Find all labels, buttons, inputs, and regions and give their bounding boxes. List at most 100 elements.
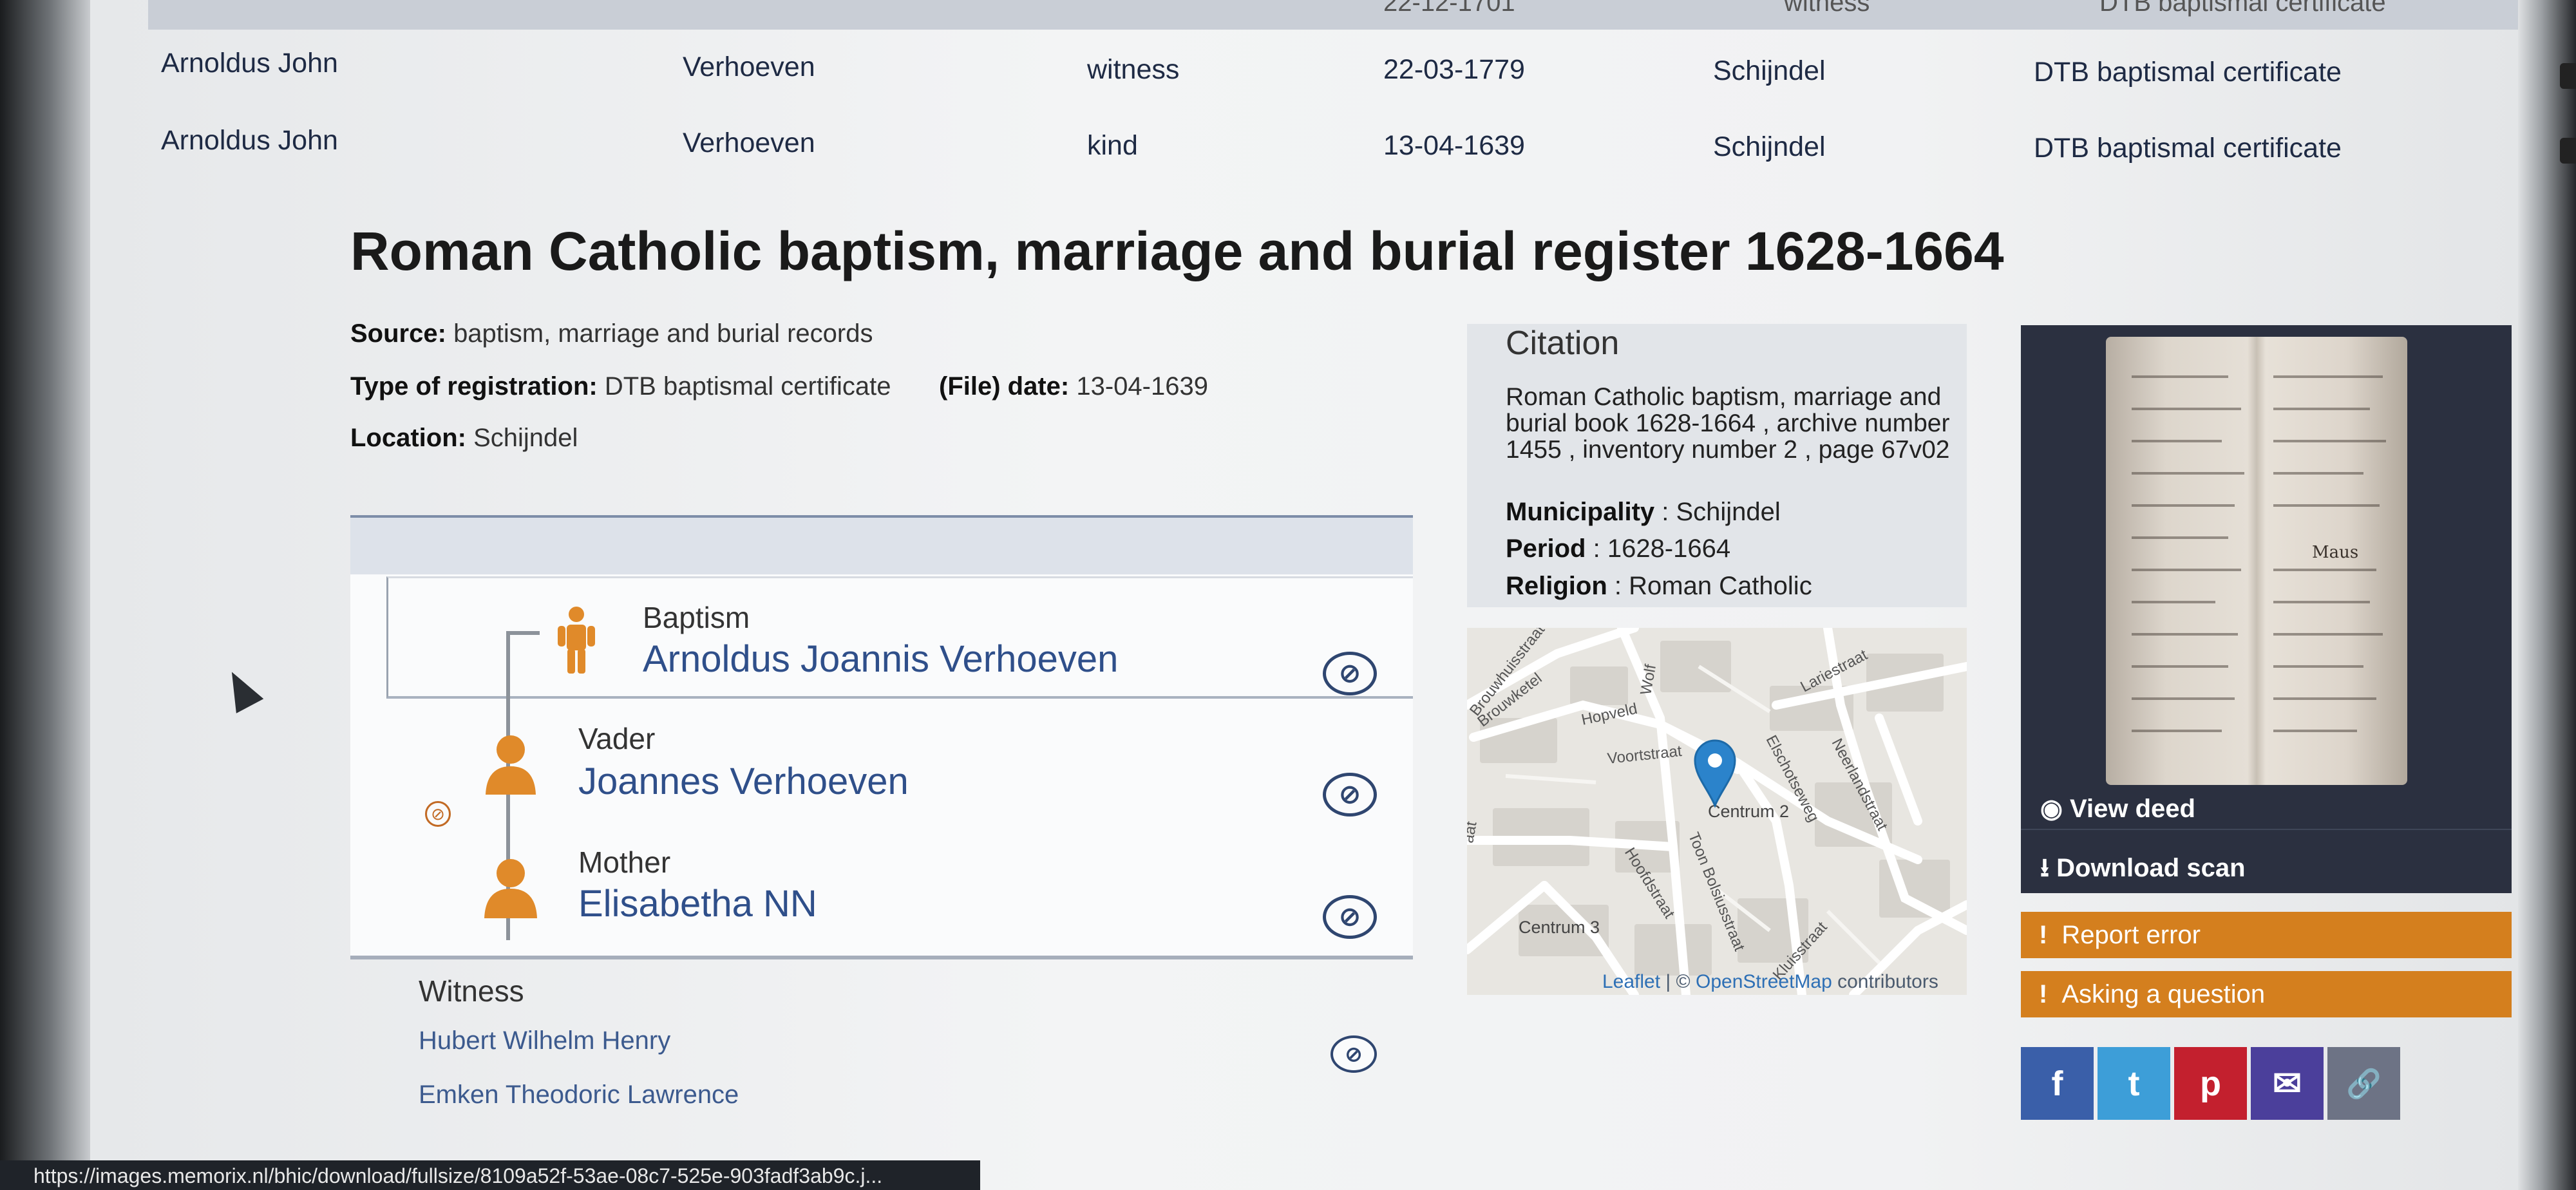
report-error-button[interactable]: ! Report error (2021, 912, 2512, 958)
source-label: Source: (350, 319, 446, 348)
source-line: Source: baptism, marriage and burial rec… (350, 319, 873, 348)
table-header-strip: 22-12-1701 witness DTB baptismal certifi… (148, 0, 2518, 30)
baptism-permalink-icon[interactable]: ⊘ (1323, 652, 1377, 695)
district-label: Centrum 3 (1519, 918, 1600, 937)
deed-panel: Maus ◉ View deed ⭳ Download scan (2021, 325, 2512, 893)
view-deed-button[interactable]: ◉ View deed (2040, 794, 2195, 824)
period-label: Period (1506, 534, 1586, 563)
municipality-value: : Schijndel (1654, 498, 1781, 526)
pinterest-share-button[interactable]: p (2174, 1047, 2247, 1120)
openstreetmap-link[interactable]: OpenStreetMap (1696, 971, 1832, 992)
record-title: Roman Catholic baptism, marriage and bur… (350, 221, 2004, 281)
eye-icon: ◉ (2040, 795, 2063, 823)
scan-handwriting: Maus (2312, 543, 2359, 562)
witness-heading: Witness (419, 974, 524, 1008)
twitter-icon: t (2128, 1064, 2140, 1103)
baptism-role-label: Baptism (643, 601, 750, 634)
municipality-label: Municipality (1506, 498, 1655, 526)
type-value: DTB baptismal certificate (604, 372, 891, 401)
date-value: 13-04-1639 (1076, 372, 1208, 401)
view-record-icon[interactable] (2560, 138, 2576, 164)
source-value: baptism, marriage and burial records (453, 319, 873, 348)
report-error-label: Report error (2061, 920, 2201, 949)
facebook-share-button[interactable]: f (2021, 1047, 2094, 1120)
partial-role: witness (1784, 0, 1870, 17)
view-record-icon[interactable] (2560, 63, 2576, 89)
mother-person-icon (484, 859, 537, 918)
religion-label: Religion (1506, 572, 1607, 600)
religion-line: Religion : Roman Catholic (1506, 572, 1812, 601)
father-person-link[interactable]: Joannes Verhoeven (578, 760, 909, 803)
marriage-link-icon[interactable]: ⊘ (425, 801, 451, 827)
surname-cell: Verhoeven (683, 128, 815, 158)
witness-link[interactable]: Emken Theodoric Lawrence (419, 1081, 739, 1110)
citation-title: Citation (1506, 325, 1620, 362)
attribution-separator: | © (1660, 971, 1696, 992)
mother-permalink-icon[interactable]: ⊘ (1323, 895, 1377, 939)
browser-status-bar: https://images.memorix.nl/bhic/download/… (0, 1160, 980, 1190)
view-deed-label: View deed (2070, 795, 2195, 823)
download-scan-label: Download scan (2056, 854, 2246, 882)
date-cell: 13-04-1639 (1383, 130, 1525, 161)
persons-separator (350, 956, 1413, 959)
deed-scan-thumbnail[interactable]: Maus (2106, 337, 2407, 785)
deed-divider (2021, 829, 2512, 830)
date-cell: 22-03-1779 (1383, 54, 1525, 85)
mother-role-label: Mother (578, 845, 671, 879)
table-row[interactable]: Arnoldus John Verhoeven witness 22-03-17… (0, 48, 2576, 112)
role-cell: kind (1087, 130, 1138, 161)
partial-type: DTB baptismal certificate (2099, 0, 2386, 17)
table-row[interactable]: Arnoldus John Verhoeven kind 13-04-1639 … (0, 125, 2576, 189)
municipality-line: Municipality : Schijndel (1506, 498, 1781, 527)
witness-link[interactable]: Hubert Wilhelm Henry (419, 1026, 670, 1055)
pinterest-icon: p (2200, 1064, 2221, 1103)
twitter-share-button[interactable]: t (2098, 1047, 2170, 1120)
first-names-cell: Arnoldus John (161, 125, 338, 156)
child-person-icon (558, 607, 595, 674)
father-role-label: Vader (578, 722, 656, 755)
surname-cell: Verhoeven (683, 52, 815, 82)
exclamation-icon: ! (2039, 920, 2048, 949)
first-names-cell: Arnoldus John (161, 48, 338, 79)
family-tree-branch (506, 631, 540, 635)
download-scan-button[interactable]: ⭳ Download scan (2040, 849, 2246, 893)
father-person-icon (486, 735, 536, 795)
location-map[interactable]: Brouwhuisstraat Brouwketel Wolf Lariestr… (1467, 628, 1967, 995)
registration-type-line: Type of registration: DTB baptismal cert… (350, 372, 891, 401)
mother-person-link[interactable]: Elisabetha NN (578, 882, 817, 925)
father-permalink-icon[interactable]: ⊘ (1323, 773, 1377, 817)
partial-date: 22-12-1701 (1383, 0, 1515, 17)
type-cell: DTB baptismal certificate (2034, 57, 2342, 88)
place-cell: Schijndel (1713, 131, 1826, 162)
location-pin-icon[interactable] (1692, 737, 1738, 808)
period-line: Period : 1628-1664 (1506, 534, 1730, 563)
leaflet-link[interactable]: Leaflet (1602, 971, 1660, 992)
email-share-button[interactable]: ✉ (2251, 1047, 2324, 1120)
place-cell: Schijndel (1713, 55, 1826, 86)
attribution-tail: contributors (1832, 971, 1938, 992)
date-label: (File) date: (939, 372, 1070, 401)
file-date-line: (File) date: 13-04-1639 (939, 372, 1208, 401)
location-value: Schijndel (473, 424, 578, 452)
ask-question-button[interactable]: ! Asking a question (2021, 971, 2512, 1017)
location-label: Location: (350, 424, 466, 452)
baptism-person-link[interactable]: Arnoldus Joannis Verhoeven (643, 638, 1118, 681)
location-line: Location: Schijndel (350, 424, 578, 453)
type-cell: DTB baptismal certificate (2034, 133, 2342, 164)
link-icon: 🔗 (2346, 1068, 2382, 1100)
religion-value: : Roman Catholic (1607, 572, 1812, 600)
witness-permalink-icon[interactable]: ⊘ (1331, 1035, 1377, 1073)
ask-question-label: Asking a question (2061, 979, 2266, 1008)
type-label: Type of registration: (350, 372, 598, 401)
map-attribution: Leaflet | © OpenStreetMap contributors (1602, 971, 1938, 993)
role-cell: witness (1087, 54, 1180, 85)
email-icon: ✉ (2272, 1064, 2302, 1103)
citation-text: Roman Catholic baptism, marriage and bur… (1506, 383, 1950, 464)
copy-link-button[interactable]: 🔗 (2327, 1047, 2400, 1120)
period-value: : 1628-1664 (1586, 534, 1731, 563)
facebook-icon: f (2051, 1064, 2063, 1103)
exclamation-icon: ! (2039, 979, 2048, 1008)
section-band (350, 518, 1413, 574)
citation-box: Citation Roman Catholic baptism, marriag… (1467, 324, 1967, 607)
download-icon: ⭳ (2040, 854, 2049, 882)
